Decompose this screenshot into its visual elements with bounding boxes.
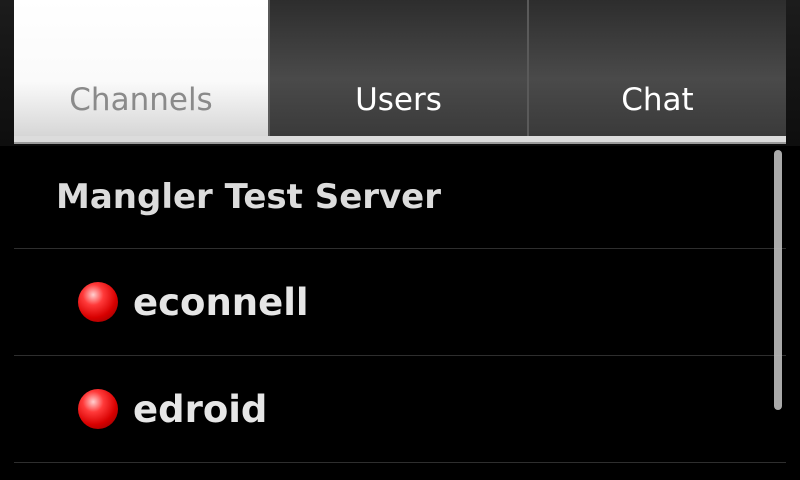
tab-channels-label: Channels — [69, 82, 213, 118]
tab-chat-label: Chat — [621, 82, 694, 118]
user-name: edroid — [133, 387, 268, 431]
tab-bar: Channels Users Chat — [0, 0, 800, 146]
user-row-econnell[interactable]: econnell — [14, 249, 786, 356]
server-row[interactable]: Mangler Test Server — [14, 146, 786, 249]
red-dot-icon — [78, 389, 118, 429]
scrollbar[interactable] — [774, 150, 782, 410]
user-name: econnell — [133, 280, 309, 324]
server-name: Mangler Test Server — [56, 177, 442, 217]
red-dot-icon — [78, 282, 118, 322]
tab-users-label: Users — [355, 82, 442, 118]
tab-divider — [14, 142, 786, 144]
tab-channels[interactable]: Channels — [14, 0, 268, 136]
tab-chat[interactable]: Chat — [527, 0, 786, 136]
channel-list[interactable]: Mangler Test Server econnell edroid — [14, 146, 786, 463]
user-row-edroid[interactable]: edroid — [14, 356, 786, 463]
tab-users[interactable]: Users — [268, 0, 527, 136]
